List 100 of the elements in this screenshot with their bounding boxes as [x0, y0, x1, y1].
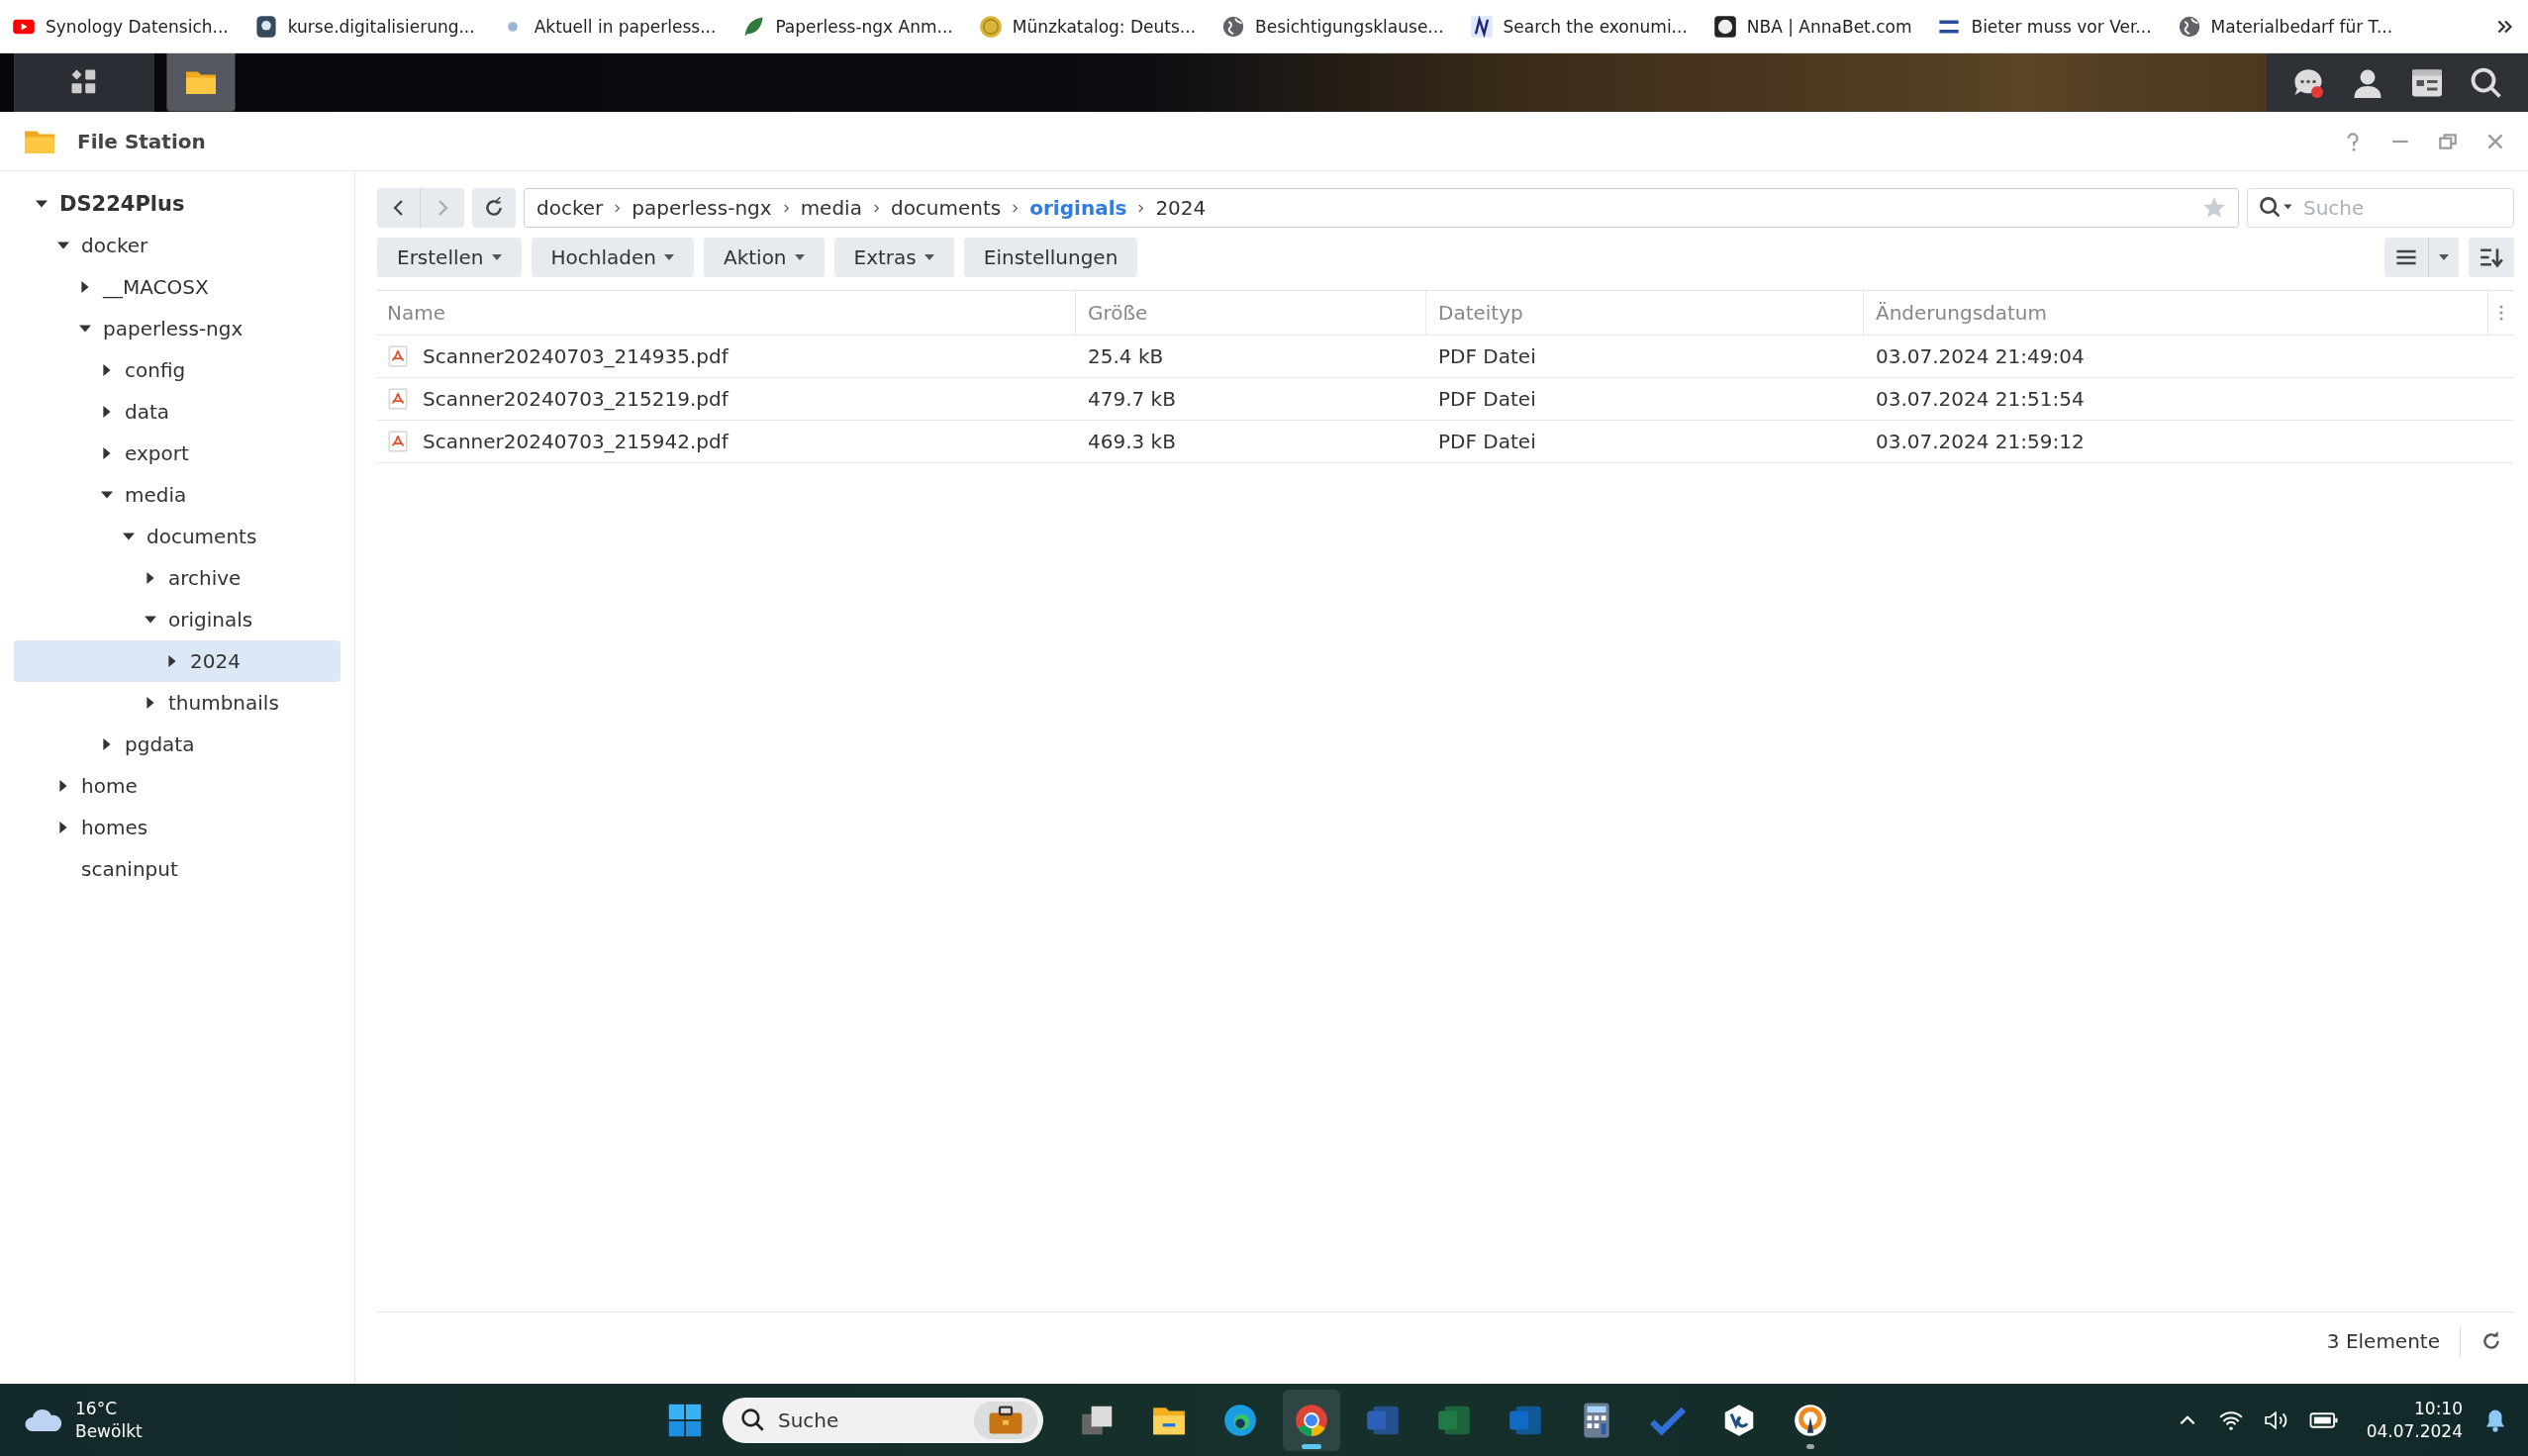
breadcrumb-item[interactable]: documents	[890, 196, 1002, 220]
folder-tree-item[interactable]: pgdata	[14, 724, 340, 765]
caret-right-icon[interactable]	[79, 281, 91, 293]
taskbar-app-button[interactable]	[1283, 1389, 1340, 1451]
folder-tree-item[interactable]: thumbnails	[14, 682, 340, 724]
folder-tree-item[interactable]: originals	[14, 599, 340, 640]
column-header[interactable]: Dateityp	[1426, 291, 1864, 335]
weather-widget[interactable]: 16°C Bewölkt	[0, 1398, 667, 1442]
modified-date: 03.07.2024 21:59:12	[1875, 430, 2086, 453]
folder-tree-item[interactable]: homes	[14, 807, 340, 848]
main-menu-button[interactable]	[14, 53, 154, 112]
folder-tree-item[interactable]: archive	[14, 557, 340, 599]
toolbar-button[interactable]: Erstellen	[377, 238, 522, 277]
caret-right-icon[interactable]	[57, 822, 69, 833]
bookmark[interactable]: NBA | AnnaBet.com	[1712, 14, 1912, 39]
modified-date: 03.07.2024 21:49:04	[1875, 344, 2086, 368]
file-row[interactable]: Scanner20240703_215219.pdf 479.7 kB PDF Datei 03.07.2024 21:51:54	[377, 378, 2514, 421]
breadcrumb-item[interactable]: paperless-ngx	[632, 196, 772, 220]
windows-start-icon[interactable]	[667, 1402, 703, 1438]
bookmark[interactable]: Besichtigungsklause...	[1221, 14, 1444, 39]
pdf-file-icon	[387, 388, 409, 410]
caret-right-icon[interactable]	[145, 572, 156, 584]
breadcrumb-item[interactable]: 2024	[1155, 196, 1207, 220]
caret-down-icon[interactable]	[101, 489, 113, 501]
more-vertical-icon[interactable]	[2498, 303, 2504, 323]
sort-button[interactable]	[2469, 238, 2514, 277]
folder-tree-item[interactable]: paperless-ngx	[14, 308, 340, 349]
folder-tree-item[interactable]: data	[14, 391, 340, 433]
caret-down-icon[interactable]	[57, 240, 69, 251]
breadcrumb-item[interactable]: docker	[536, 196, 604, 220]
bookmark[interactable]: Paperless-ngx Anm...	[741, 14, 953, 39]
toolbar-button[interactable]: Aktion	[703, 238, 825, 277]
folder-tree-item[interactable]: docker	[14, 225, 340, 266]
bookmark[interactable]: Materialbedarf für T...	[2177, 14, 2393, 39]
caret-right-icon[interactable]	[166, 655, 178, 667]
chevron-right-icon	[1011, 203, 1021, 213]
star-icon[interactable]	[2202, 196, 2226, 220]
refresh-button[interactable]	[472, 188, 516, 228]
caret-down-icon[interactable]	[36, 198, 48, 210]
caret-right-icon[interactable]	[101, 738, 113, 750]
search-icon[interactable]	[2259, 196, 2294, 220]
time: 10:10	[2414, 1397, 2463, 1420]
toolbar-button[interactable]: Extras	[833, 238, 954, 277]
bookmark[interactable]: Synology Datensich...	[12, 14, 229, 39]
column-header[interactable]: Name	[377, 291, 1076, 335]
bookmark[interactable]: Münzkatalog: Deuts...	[978, 14, 1197, 39]
file-station-taskbar-button[interactable]	[166, 53, 236, 112]
file-type: PDF Datei	[1437, 344, 1537, 368]
folder-tree-item[interactable]: home	[14, 765, 340, 807]
globe-icon	[1221, 14, 1246, 39]
column-header[interactable]: Änderungsdatum	[1864, 291, 2488, 335]
favicon-icon	[1712, 14, 1737, 39]
caret-right-icon[interactable]	[101, 364, 113, 376]
speaker-icon[interactable]	[2263, 1408, 2289, 1431]
search-icon	[740, 1407, 766, 1433]
toolbar-button[interactable]: Einstellungen	[963, 238, 1138, 277]
column-header[interactable]: Größe	[1076, 291, 1426, 335]
folder-tree-item[interactable]: documents	[14, 516, 340, 557]
folder-tree-item[interactable]: 2024	[14, 640, 340, 682]
breadcrumb-item[interactable]: media	[800, 196, 862, 220]
refresh-icon[interactable]	[2480, 1330, 2502, 1352]
caret-right-icon[interactable]	[101, 406, 113, 418]
back-button[interactable]	[377, 188, 421, 228]
chevron-right-icon	[1136, 203, 1146, 213]
wifi-icon[interactable]	[2217, 1408, 2244, 1431]
file-name: Scanner20240703_215942.pdf	[423, 430, 729, 453]
folder-tree-item[interactable]: scaninput	[14, 848, 340, 890]
caret-down-icon[interactable]	[123, 531, 135, 542]
folder-tree-item[interactable]: __MACOSX	[14, 266, 340, 308]
bookmark[interactable]: Search the exonumi...	[1469, 14, 1688, 39]
clock[interactable]: 10:10 04.07.2024	[2366, 1397, 2463, 1443]
view-mode-button[interactable]	[2384, 238, 2459, 277]
file-size: 469.3 kB	[1087, 430, 1177, 453]
file-size: 479.7 kB	[1087, 387, 1177, 411]
folder-tree-item[interactable]: export	[14, 433, 340, 474]
caret-down-icon[interactable]	[79, 323, 91, 335]
chevron-right-icon	[613, 203, 623, 213]
coin-icon	[978, 14, 1003, 39]
folder-tree-item[interactable]: DS224Plus	[14, 183, 340, 225]
refresh-icon	[483, 197, 505, 219]
caret-down-icon[interactable]	[145, 614, 156, 626]
search-field[interactable]: Suche	[2247, 188, 2514, 228]
date: 04.07.2024	[2366, 1419, 2463, 1443]
caret-right-icon[interactable]	[57, 780, 69, 792]
toolbar-button[interactable]: Hochladen	[531, 238, 694, 277]
favicon-icon	[1469, 14, 1494, 39]
bookmark[interactable]: kurse.digitalisierung...	[253, 14, 475, 39]
folder-tree-item[interactable]: media	[14, 474, 340, 516]
caret-right-icon[interactable]	[101, 447, 113, 459]
file-row[interactable]: Scanner20240703_214935.pdf 25.4 kB PDF Datei 03.07.2024 21:49:04	[377, 336, 2514, 378]
file-row[interactable]: Scanner20240703_215942.pdf 469.3 kB PDF Datei 03.07.2024 21:59:12	[377, 421, 2514, 463]
bookmark[interactable]: Bieter muss vor Ver...	[1937, 14, 2152, 39]
bookmark[interactable]: Aktuell in paperless...	[500, 14, 717, 39]
weather-condition: Bewölkt	[75, 1419, 143, 1442]
path-field[interactable]: docker paperless-ngx media documents originals 2024	[524, 188, 2239, 228]
battery-icon[interactable]	[2308, 1410, 2339, 1429]
file-type: PDF Datei	[1437, 430, 1537, 453]
folder-tree-item[interactable]: config	[14, 349, 340, 391]
caret-right-icon[interactable]	[145, 697, 156, 709]
breadcrumb-item[interactable]: originals	[1029, 196, 1127, 220]
